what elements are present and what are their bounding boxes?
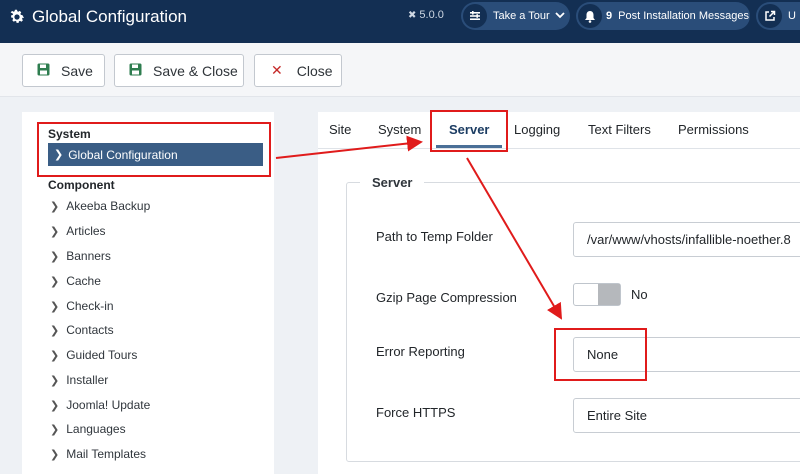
arrow-to-server-tab xyxy=(275,135,423,159)
arrow-to-error-reporting xyxy=(466,157,563,320)
annotation-arrows xyxy=(275,135,563,320)
